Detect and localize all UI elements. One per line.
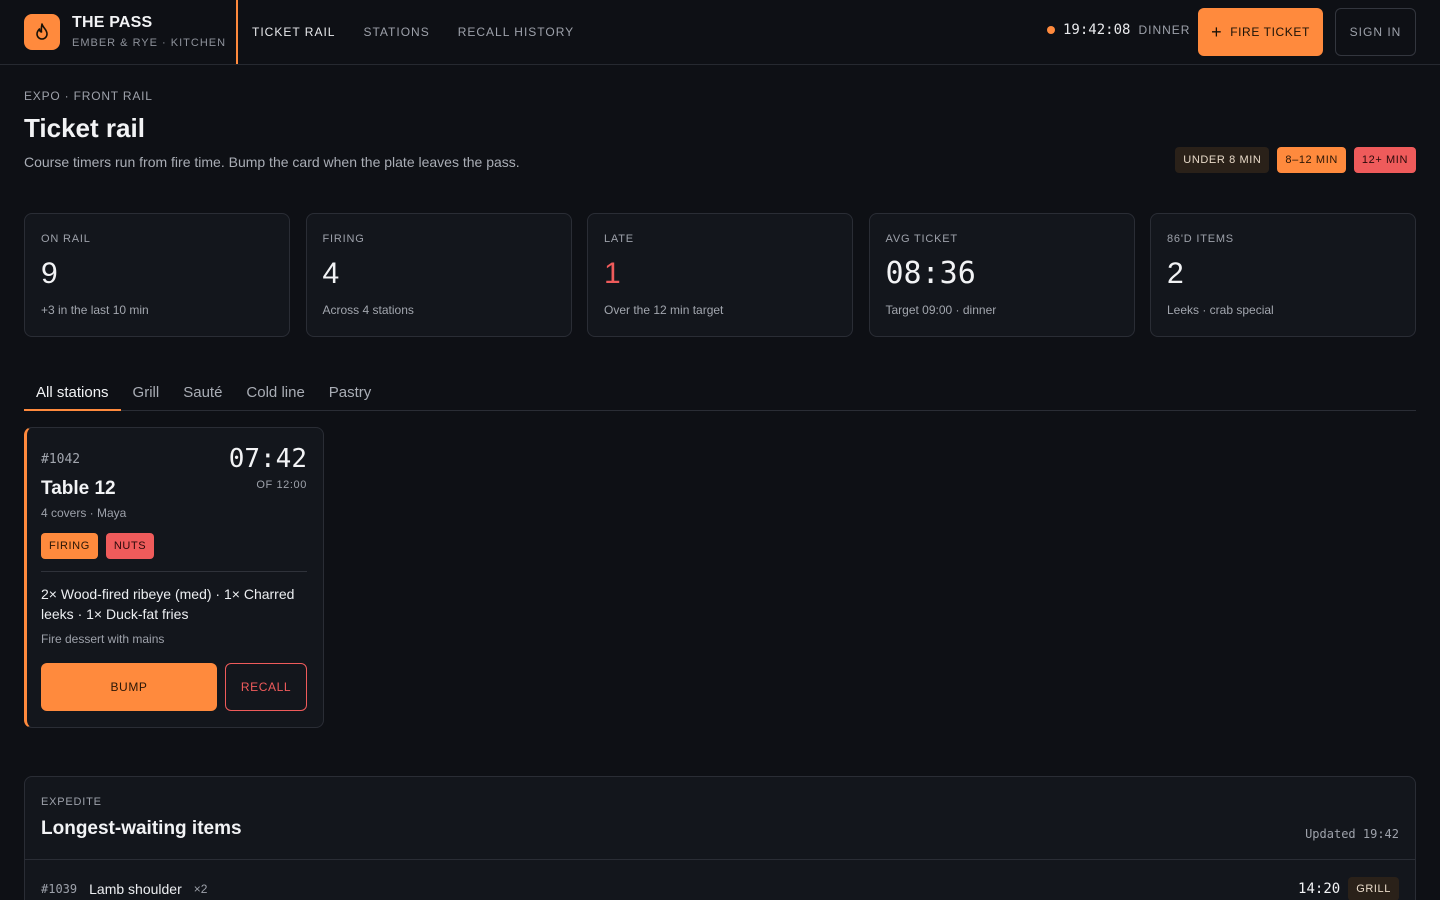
ticket-meta: 4 covers · Maya [41,506,127,520]
page-eyebrow: EXPO · FRONT RAIL [24,89,153,103]
stat-note: Over the 12 min target [604,303,724,317]
ticket-card: #1042 Table 12 4 covers · Maya 07:42 OF … [24,427,324,728]
tag-firing: FIRING [41,533,98,559]
stat-label: FIRING [322,233,365,245]
stat-note: Target 09:00 · dinner [885,303,997,317]
stat-card-late: LATE 1 Over the 12 min target [587,213,853,337]
nav-ticket-rail[interactable]: TICKET RAIL [252,25,335,39]
stat-card-86d-items: 86'D ITEMS 2 Leeks · crab special [1150,213,1416,337]
stat-value: 08:36 [885,256,976,291]
page-title: Ticket rail [24,113,145,143]
item-right: 14:20 GRILL [1298,877,1399,900]
nav-recall-history[interactable]: RECALL HISTORY [458,25,574,39]
clock-time: 19:42:08 [1063,22,1131,38]
expedite-panel: EXPEDITE Longest-waiting items Updated 1… [24,776,1416,900]
list-item[interactable]: #1039 Lamb shoulder ×2 14:20 GRILL [41,877,1399,900]
legend-8-12: 8–12 MIN [1277,147,1346,173]
tab-grill[interactable]: Grill [121,376,172,411]
item-station-badge: GRILL [1348,877,1399,900]
stat-value: 9 [41,257,58,290]
stat-note: Across 4 stations [322,303,414,317]
stat-value: 2 [1167,257,1184,290]
expedite-eyebrow: EXPEDITE [41,796,102,808]
item-wait-time: 14:20 [1298,881,1341,897]
ticket-tags: FIRING NUTS [41,533,162,559]
stat-card-avg-ticket: AVG TICKET 08:36 Target 09:00 · dinner [868,213,1135,337]
bump-button[interactable]: BUMP [41,663,217,711]
brand-divider [236,0,238,64]
ticket-divider [41,571,307,572]
tab-saute[interactable]: Sauté [171,376,234,411]
fire-ticket-button[interactable]: + FIRE TICKET [1198,8,1323,56]
item-quantity: ×2 [193,882,208,896]
expedite-divider [25,859,1415,860]
stat-card-on-rail: ON RAIL 9 +3 in the last 10 min [24,213,290,337]
plus-icon: + [1211,22,1223,42]
sign-in-button[interactable]: SIGN IN [1335,8,1416,56]
nav-stations[interactable]: STATIONS [363,25,429,39]
tab-all-stations[interactable]: All stations [24,376,121,411]
ticket-target: OF 12:00 [256,479,307,491]
stat-value: 4 [322,257,340,290]
ticket-table: Table 12 [41,478,116,499]
stat-value: 1 [604,257,621,290]
tab-pastry[interactable]: Pastry [317,376,384,411]
fire-ticket-label: FIRE TICKET [1230,25,1310,39]
stat-label: ON RAIL [41,233,91,245]
item-name: Lamb shoulder [89,881,182,897]
item-ticket-number: #1039 [41,882,78,896]
ticket-number: #1042 [41,452,81,467]
expedite-updated: Updated 19:42 [1305,827,1399,841]
stat-note: +3 in the last 10 min [41,303,149,317]
stats-row: ON RAIL 9 +3 in the last 10 min FIRING 4… [24,213,1416,337]
page-description: Course timers run from fire time. Bump t… [24,154,520,170]
flame-icon [24,14,60,50]
ticket-items: 2× Wood-fired ribeye (med) · 1× Charred … [41,586,295,622]
stat-label: 86'D ITEMS [1167,233,1234,245]
recall-button[interactable]: RECALL [225,663,307,711]
live-dot-icon [1047,26,1055,34]
station-tabs: All stations Grill Sauté Cold line Pastr… [24,376,1416,411]
stat-label: AVG TICKET [885,233,958,245]
service-period: DINNER [1138,23,1191,37]
main-nav: TICKET RAIL STATIONS RECALL HISTORY [252,0,602,64]
expedite-title: Longest-waiting items [41,818,242,839]
top-bar: THE PASS EMBER & RYE · KITCHEN TICKET RA… [0,0,1440,65]
legend-12-plus: 12+ MIN [1353,147,1416,173]
ticket-timer: 07:42 [228,444,307,474]
brand[interactable]: THE PASS EMBER & RYE · KITCHEN [24,13,226,51]
ticket-note: Fire dessert with mains [41,632,165,646]
tag-nuts: NUTS [105,533,155,559]
legend-under-8: UNDER 8 MIN [1175,147,1270,173]
brand-name: THE PASS [72,14,153,31]
stat-note: Leeks · crab special [1167,303,1274,317]
stat-label: LATE [604,233,634,245]
brand-subtitle: EMBER & RYE · KITCHEN [72,37,227,49]
stat-card-firing: FIRING 4 Across 4 stations [305,213,572,337]
timer-legend: UNDER 8 MIN 8–12 MIN 12+ MIN [1167,147,1416,173]
service-clock: 19:42:08 DINNER [1047,22,1190,38]
tab-cold-line[interactable]: Cold line [234,376,316,411]
